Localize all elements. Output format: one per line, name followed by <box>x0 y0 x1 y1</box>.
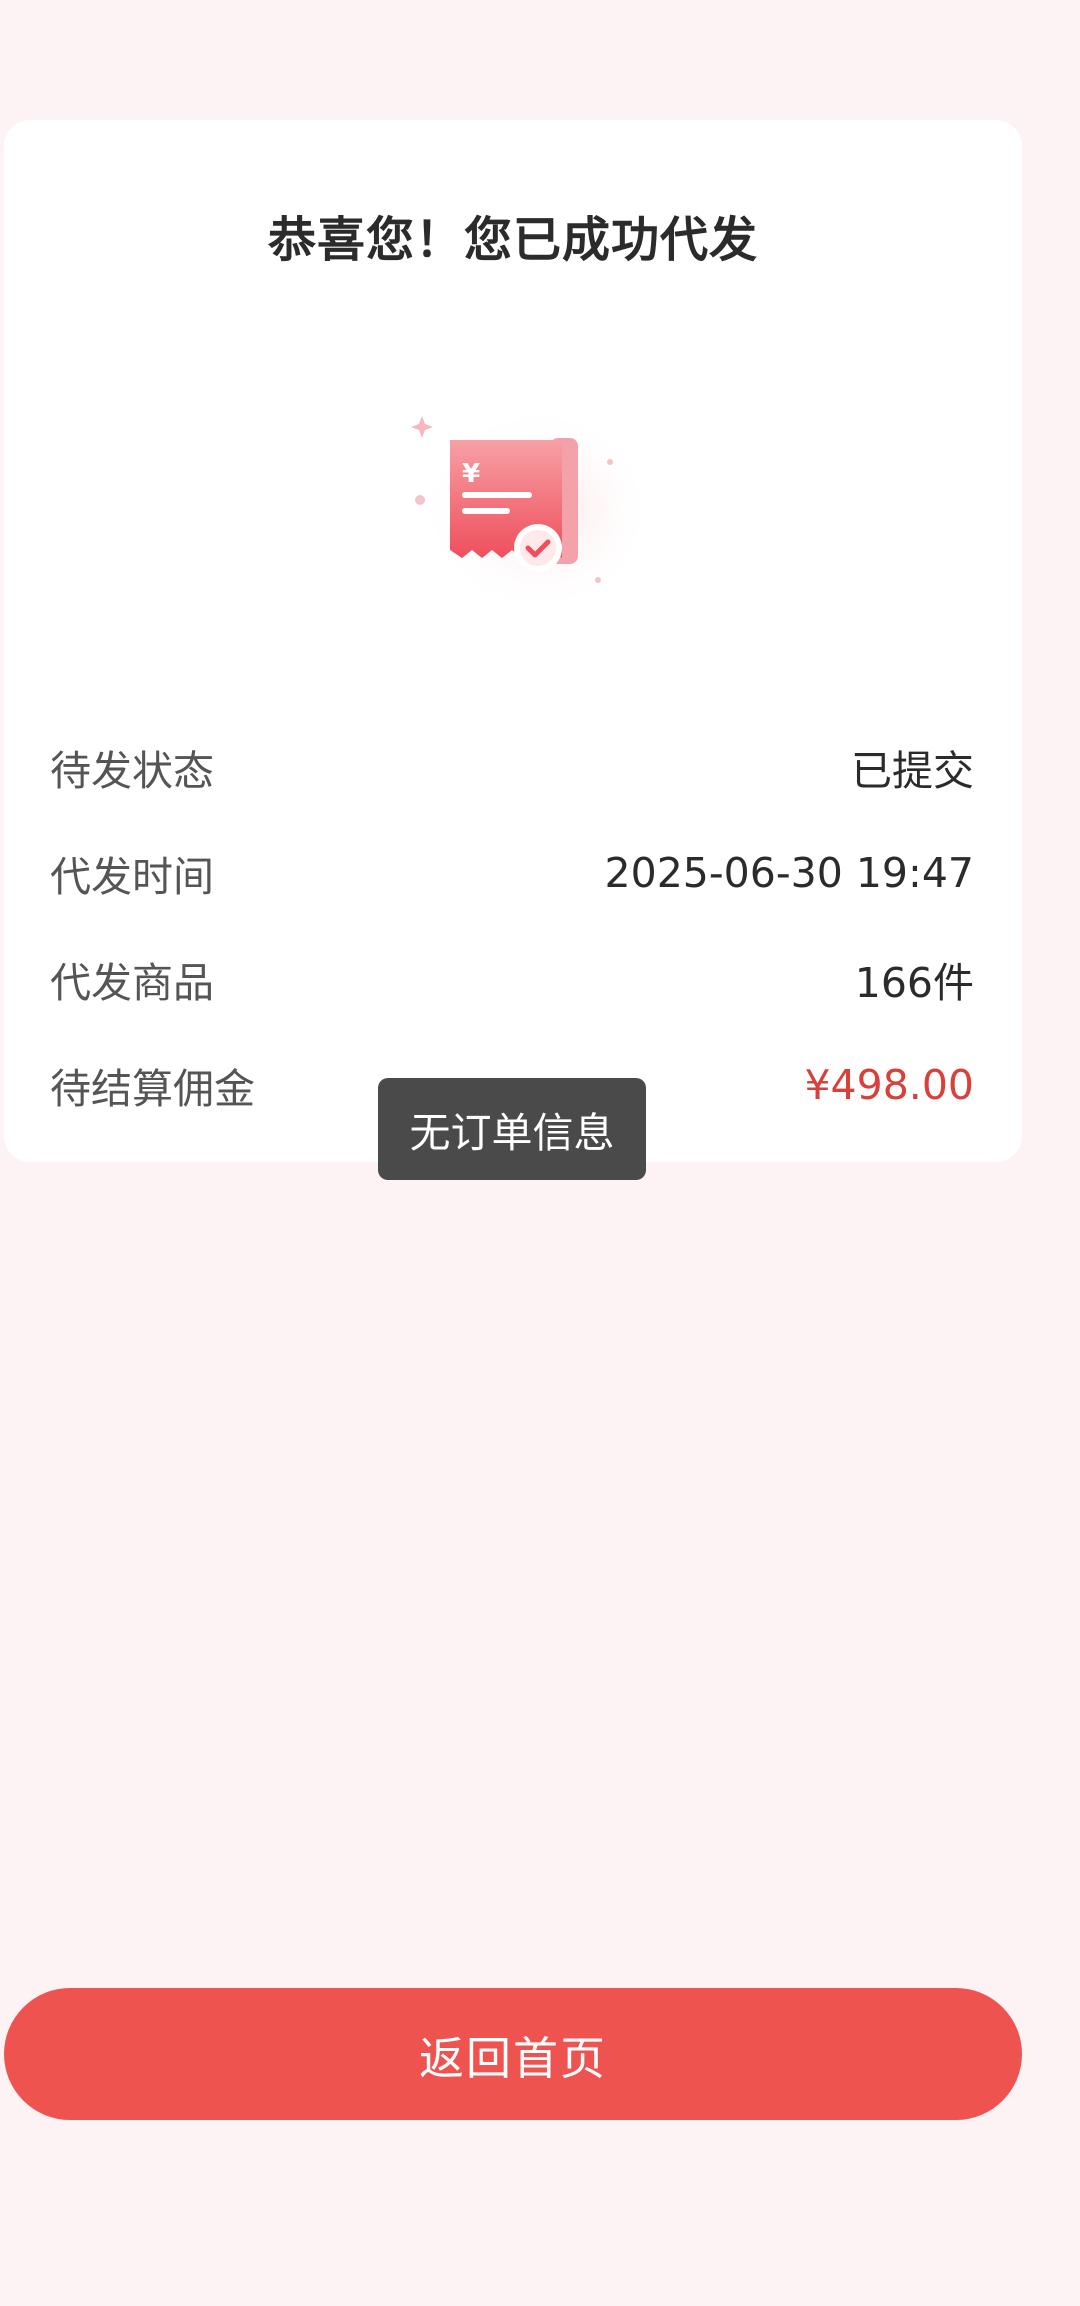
commission-label: 待结算佣金 <box>50 1065 255 1113</box>
time-label: 代发时间 <box>50 853 214 901</box>
receipt-check-icon: ¥ <box>400 400 640 620</box>
status-value: 已提交 <box>851 747 974 795</box>
toast-message: 无订单信息 <box>378 1078 646 1180</box>
goods-label: 代发商品 <box>50 959 214 1007</box>
time-value: 2025-06-30 19:47 <box>604 849 974 897</box>
detail-row-time: 代发时间 2025-06-30 19:47 <box>50 838 974 908</box>
commission-value: ¥498.00 <box>804 1061 974 1109</box>
goods-value: 166件 <box>854 959 974 1007</box>
return-home-button[interactable]: 返回首页 <box>4 1988 1022 2120</box>
detail-row-goods: 代发商品 166件 <box>50 944 974 1014</box>
success-title: 恭喜您！您已成功代发 <box>267 212 758 268</box>
detail-row-status: 待发状态 已提交 <box>50 732 974 802</box>
page: 恭喜您！您已成功代发 ¥ 待发状态 已提交 代发时间 2025-06-30 19… <box>0 0 1080 2306</box>
svg-text:¥: ¥ <box>462 459 480 489</box>
status-label: 待发状态 <box>50 747 214 795</box>
